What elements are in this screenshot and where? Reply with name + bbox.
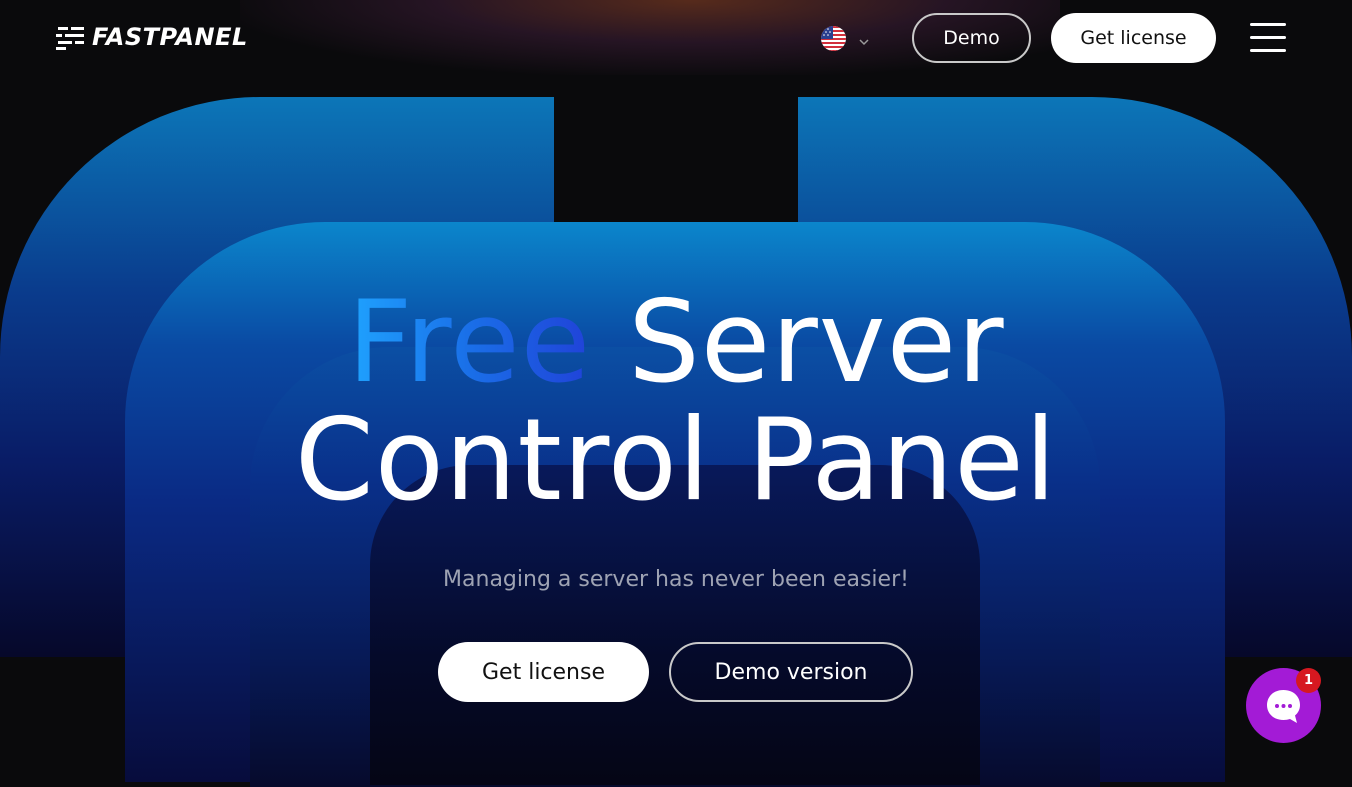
hero-demo-version-button[interactable]: Demo version: [669, 642, 913, 702]
demo-button[interactable]: Demo: [912, 13, 1031, 63]
hero-title: Free Server Control Panel: [0, 283, 1352, 519]
background-arch-gap: [554, 97, 798, 227]
hero-title-line2: Control Panel: [294, 394, 1058, 526]
hero-subtitle: Managing a server has never been easier!: [443, 567, 909, 592]
site-header: FASTPANEL Demo Get license: [0, 0, 1352, 75]
logo-mark-icon: [56, 24, 86, 50]
chevron-down-icon: [858, 33, 870, 45]
hero-title-line1-rest: Server: [591, 276, 1005, 408]
hero-get-license-button[interactable]: Get license: [438, 642, 649, 702]
us-flag-icon: [821, 26, 846, 51]
hero-title-highlight: Free: [347, 276, 592, 408]
brand-logo[interactable]: FASTPANEL: [56, 23, 248, 51]
language-selector[interactable]: [821, 26, 870, 51]
get-license-button[interactable]: Get license: [1051, 13, 1216, 63]
hamburger-icon[interactable]: [1250, 23, 1286, 53]
chat-notification-badge: 1: [1296, 668, 1321, 693]
brand-name: FASTPANEL: [92, 23, 248, 51]
